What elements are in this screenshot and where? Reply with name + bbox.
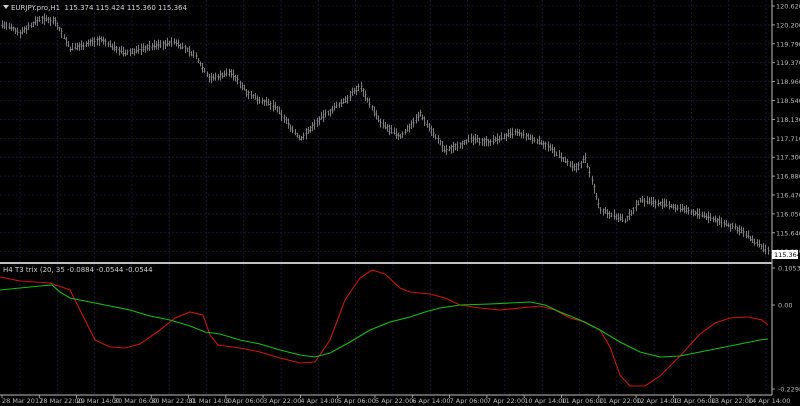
price-tick-label: 118.540 [776,97,800,105]
time-axis: 28 Mar 201728 Mar 22:0029 Mar 14:0030 Ma… [1,395,790,405]
price-tick-label: 119.370 [776,59,800,67]
time-tick-label: 12 Apr 14:00 [636,397,678,405]
indicator-tick-label: 0.1053 [778,265,800,273]
main-chart-header: EURJPY.pro,H1 115.374 115.424 115.360 11… [3,4,187,13]
collapse-triangle-icon[interactable] [3,5,9,9]
time-tick-label: 3 Apr 06:00 [226,397,264,405]
indicator-tick-label: -0.2298 [778,386,800,394]
price-tick-label: 116.880 [776,173,800,181]
time-tick-label: 11 Apr 22:00 [599,397,641,405]
price-tick-label: 120.200 [776,21,800,29]
time-tick-label: 11 Apr 06:00 [562,397,604,405]
grid-lines [0,0,772,394]
time-tick-label: 5 Apr 22:00 [375,397,413,405]
price-tick-label: 119.790 [776,40,800,48]
last-price-tag: 115.364 [772,250,800,259]
time-tick-label: 28 Mar 2017 [2,397,43,405]
trix-green-line [0,284,769,358]
price-tick-label: 116.470 [776,192,800,200]
price-tick-label: 120.620 [776,3,800,11]
last-price-label: 115.364 [774,251,800,259]
time-tick-label: 7 Apr 06:00 [450,397,488,405]
indicator-values: -0.0884 -0.0544 -0.0544 [67,266,153,274]
price-tick-label: 118.960 [776,78,800,86]
main-panel-frame [0,0,773,396]
symbol-label: EURJPY.pro,H1 [11,4,61,12]
ohlc-values: 115.374 115.424 115.360 115.364 [64,4,187,12]
price-tick-label: 116.050 [776,210,800,218]
price-tick-label: 115.640 [776,229,800,237]
time-tick-label: 13 Apr 06:00 [673,397,715,405]
time-tick-label: 4 Apr 14:00 [300,397,338,405]
price-tick-label: 117.300 [776,154,800,162]
indicator-axis: 0.1053 0.00 -0.2298 [772,265,800,394]
price-axis: 120.620 120.200 119.790 119.370 118.960 118.5… [772,3,800,256]
time-tick-label: 13 Apr 22:00 [711,397,753,405]
indicator-title: H4 T3 trix (20, 35 [3,266,65,274]
indicator-header: H4 T3 trix (20, 35 -0.0884 -0.0544 -0.05… [3,266,153,275]
chart-canvas[interactable]: 120.620 120.200 119.790 119.370 118.960 118.5… [0,0,800,406]
time-tick-label: 14 Apr 14:00 [748,397,790,405]
indicator-tick-label: 0.00 [778,302,792,310]
time-tick-label: 3 Apr 22:00 [263,397,301,405]
time-tick-label: 6 Apr 14:00 [412,397,450,405]
trix-red-line [0,269,769,387]
time-tick-label: 7 Apr 22:00 [487,397,525,405]
price-tick-label: 118.130 [776,116,800,124]
price-tick-label: 117.710 [776,135,800,143]
time-tick-label: 10 Apr 14:00 [524,397,566,405]
time-tick-label: 5 Apr 06:00 [338,397,376,405]
